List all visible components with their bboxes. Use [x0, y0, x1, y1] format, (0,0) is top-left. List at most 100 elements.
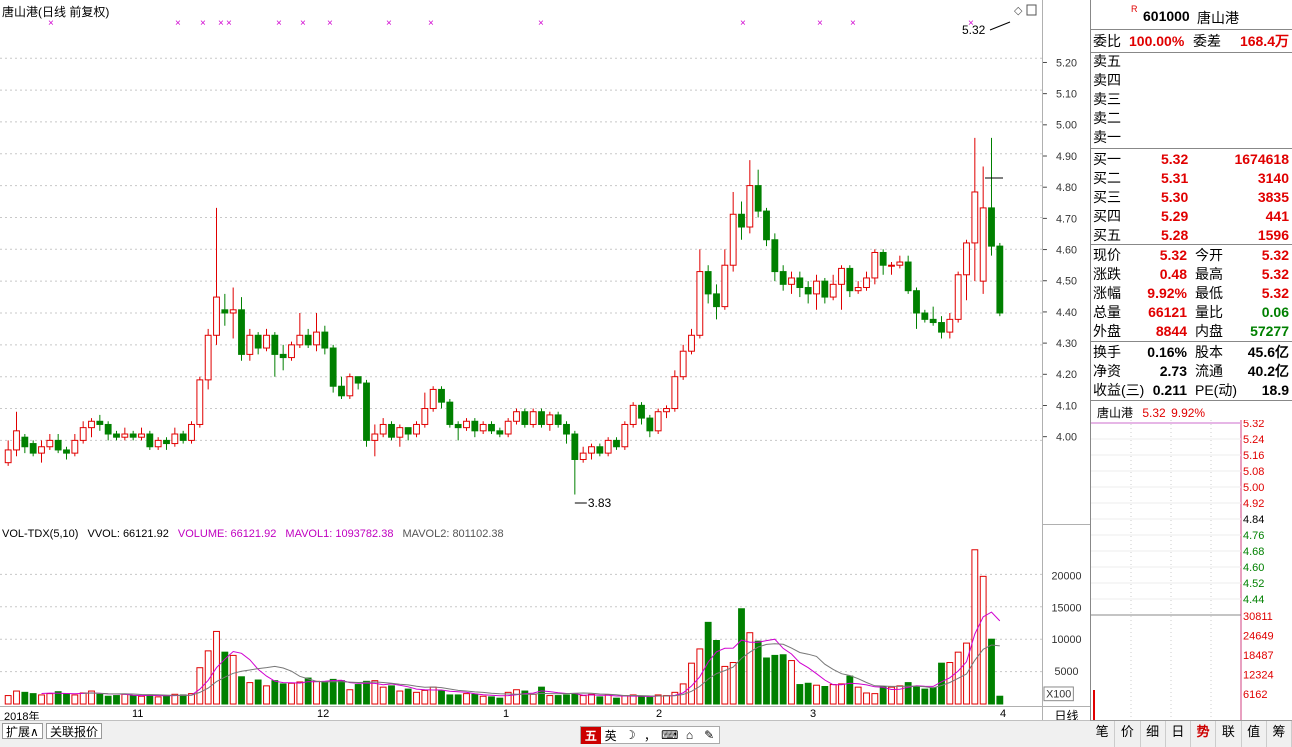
tab-price[interactable]: 价: [1115, 721, 1141, 747]
candle: [396, 424, 404, 447]
buy-label: 买五: [1093, 227, 1121, 243]
candle: [246, 328, 254, 361]
candle: [121, 427, 129, 441]
candle: [29, 440, 37, 457]
buy-row: 买二 5.31 3140: [1093, 169, 1291, 188]
candle: [554, 411, 562, 428]
tab-link[interactable]: 联: [1216, 721, 1242, 747]
tab-value[interactable]: 值: [1242, 721, 1267, 747]
buy-price: 5.32: [1161, 151, 1189, 167]
ime-keyboard-icon[interactable]: ⌨: [660, 728, 680, 742]
candle: [904, 255, 912, 294]
volume-chart[interactable]: [0, 524, 1042, 706]
volume-bar: [771, 654, 779, 705]
volume-bar: [271, 680, 279, 705]
stat-value: 57277: [1250, 323, 1289, 339]
volume-bar: [146, 694, 154, 705]
volume-bar: [238, 676, 245, 705]
intraday-vol-tick: 6162: [1243, 689, 1267, 701]
price-tick-label: 4.10: [1056, 400, 1077, 412]
tab-chips[interactable]: 筹: [1267, 721, 1292, 747]
volume-bar: [321, 681, 329, 705]
intraday-price-tick: 4.76: [1243, 530, 1264, 542]
intraday-price-tick: 4.92: [1243, 498, 1264, 510]
candle: [263, 328, 270, 352]
related-quotes-tab[interactable]: 关联报价: [46, 723, 103, 739]
intraday-chart[interactable]: 5.32 5.24 5.16 5.08 5.00 4.92 4.84 4.76 4.68 4.60…: [1091, 420, 1291, 720]
intraday-vol-tick: 12324: [1243, 670, 1274, 682]
volume-bar: [404, 688, 412, 705]
candle: [288, 341, 295, 361]
volume-bar: [554, 695, 562, 705]
volume-bar: [338, 680, 345, 705]
ime-moon-icon[interactable]: ☽: [620, 728, 640, 742]
vol-vvol: VVOL: 66121.92: [87, 528, 169, 540]
ime-toolbar[interactable]: 五 英 ☽ ， ⌨ ⌂ ✎: [580, 726, 720, 744]
fundamental-row: 收益(三) 0.211 PE(动) 18.9: [1093, 381, 1291, 400]
vol-indicator-name: VOL-TDX(5,10): [2, 528, 79, 540]
ime-settings-icon[interactable]: ✎: [699, 728, 719, 742]
period-label[interactable]: 日线: [1042, 706, 1090, 723]
stock-name: 唐山港: [1197, 10, 1239, 26]
volume-bar: [796, 684, 804, 705]
fund-label: 净资: [1093, 363, 1121, 379]
tab-trend[interactable]: 势: [1191, 721, 1217, 747]
candlestick-chart[interactable]: × × × × × × × × × × × × × × ×5.323.83◇: [0, 0, 1042, 524]
ime-punct-icon[interactable]: ，: [640, 727, 660, 744]
candle: [171, 427, 179, 447]
signal-mark: ×: [327, 18, 333, 29]
intraday-price-tick: 4.52: [1243, 578, 1264, 590]
volume-bar: [988, 638, 995, 705]
fundamental-row: 净资 2.73 流通 40.2亿: [1093, 362, 1291, 381]
volume-bar: [79, 692, 87, 705]
volume-bar: [354, 684, 362, 705]
volume-bar: [829, 684, 837, 705]
fund-value: 40.2亿: [1247, 363, 1289, 379]
mini-title-price: 5.32: [1142, 406, 1166, 420]
candle: [63, 446, 70, 460]
candle: [888, 262, 895, 275]
volume-bar: [296, 681, 304, 705]
signal-mark: ×: [740, 18, 746, 29]
candle: [563, 421, 570, 444]
stat-value: 5.32: [1159, 247, 1187, 263]
r-badge: R: [1131, 4, 1138, 14]
volume-bar: [846, 675, 854, 705]
candle: [779, 265, 787, 291]
tab-trades[interactable]: 笔: [1090, 721, 1116, 747]
buy-price: 5.30: [1161, 189, 1189, 205]
volume-bar: [388, 685, 395, 705]
ime-wubi-icon[interactable]: 五: [581, 726, 601, 744]
candle: [179, 430, 187, 444]
stat-label: 涨幅: [1093, 285, 1121, 301]
sell-3: 卖三: [1093, 90, 1291, 109]
expand-tab[interactable]: 扩展∧: [2, 723, 43, 739]
candle: [54, 434, 62, 454]
volume-bar: [613, 697, 620, 705]
candle: [663, 405, 670, 419]
candle: [696, 249, 704, 339]
ime-skin-icon[interactable]: ⌂: [680, 728, 700, 742]
candle: [813, 274, 820, 310]
buy-price: 5.29: [1161, 208, 1189, 224]
candle: [146, 430, 154, 450]
candle: [571, 430, 579, 495]
stat-row: 外盘 8844 内盘 57277: [1093, 322, 1291, 341]
stock-code: 601000: [1143, 8, 1190, 24]
candle: [604, 437, 612, 457]
volume-bar: [288, 682, 295, 705]
volume-bar: [621, 695, 629, 705]
candle: [921, 309, 929, 323]
intraday-price-tick: 5.08: [1243, 466, 1264, 478]
date-label: 11: [132, 708, 144, 720]
price-tick-label: 4.80: [1056, 182, 1077, 194]
signal-mark: ×: [817, 18, 823, 29]
tab-detail[interactable]: 细: [1141, 721, 1166, 747]
candle: [471, 418, 479, 438]
volume-bar: [729, 662, 737, 705]
ime-english-icon[interactable]: 英: [601, 727, 621, 744]
tab-daily[interactable]: 日: [1166, 721, 1191, 747]
volume-bar: [71, 694, 79, 705]
candle: [738, 201, 745, 240]
volume-bar: [921, 688, 929, 705]
